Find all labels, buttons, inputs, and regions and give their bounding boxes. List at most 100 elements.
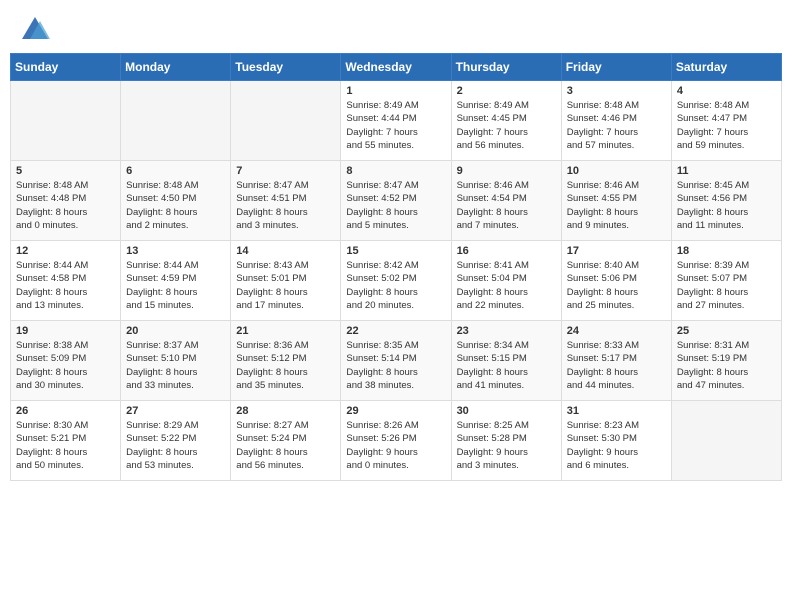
day-number: 29 bbox=[346, 405, 445, 417]
calendar-cell: 15 Sunrise: 8:42 AM Sunset: 5:02 PM Dayli… bbox=[341, 241, 451, 321]
calendar-cell: 9 Sunrise: 8:46 AM Sunset: 4:54 PM Daylig… bbox=[451, 161, 561, 241]
day-number: 28 bbox=[236, 405, 335, 417]
calendar-cell: 30 Sunrise: 8:25 AM Sunset: 5:28 PM Dayli… bbox=[451, 401, 561, 481]
day-number: 9 bbox=[457, 165, 556, 177]
weekday-header-saturday: Saturday bbox=[671, 54, 781, 81]
day-info: Sunrise: 8:47 AM Sunset: 4:51 PM Dayligh… bbox=[236, 179, 335, 232]
day-number: 5 bbox=[16, 165, 115, 177]
calendar-cell bbox=[231, 81, 341, 161]
calendar-cell: 29 Sunrise: 8:26 AM Sunset: 5:26 PM Dayli… bbox=[341, 401, 451, 481]
day-number: 30 bbox=[457, 405, 556, 417]
day-number: 13 bbox=[126, 245, 225, 257]
calendar-cell: 8 Sunrise: 8:47 AM Sunset: 4:52 PM Daylig… bbox=[341, 161, 451, 241]
calendar-cell: 23 Sunrise: 8:34 AM Sunset: 5:15 PM Dayli… bbox=[451, 321, 561, 401]
day-number: 20 bbox=[126, 325, 225, 337]
day-info: Sunrise: 8:49 AM Sunset: 4:44 PM Dayligh… bbox=[346, 99, 445, 152]
calendar-cell: 3 Sunrise: 8:48 AM Sunset: 4:46 PM Daylig… bbox=[561, 81, 671, 161]
day-info: Sunrise: 8:43 AM Sunset: 5:01 PM Dayligh… bbox=[236, 259, 335, 312]
day-info: Sunrise: 8:30 AM Sunset: 5:21 PM Dayligh… bbox=[16, 419, 115, 472]
day-info: Sunrise: 8:37 AM Sunset: 5:10 PM Dayligh… bbox=[126, 339, 225, 392]
day-number: 23 bbox=[457, 325, 556, 337]
calendar-cell: 26 Sunrise: 8:30 AM Sunset: 5:21 PM Dayli… bbox=[11, 401, 121, 481]
day-info: Sunrise: 8:44 AM Sunset: 4:59 PM Dayligh… bbox=[126, 259, 225, 312]
weekday-header-monday: Monday bbox=[121, 54, 231, 81]
day-number: 19 bbox=[16, 325, 115, 337]
week-row-5: 26 Sunrise: 8:30 AM Sunset: 5:21 PM Dayli… bbox=[11, 401, 782, 481]
day-info: Sunrise: 8:46 AM Sunset: 4:55 PM Dayligh… bbox=[567, 179, 666, 232]
day-info: Sunrise: 8:45 AM Sunset: 4:56 PM Dayligh… bbox=[677, 179, 776, 232]
calendar-cell: 13 Sunrise: 8:44 AM Sunset: 4:59 PM Dayli… bbox=[121, 241, 231, 321]
calendar-cell: 18 Sunrise: 8:39 AM Sunset: 5:07 PM Dayli… bbox=[671, 241, 781, 321]
calendar-cell: 16 Sunrise: 8:41 AM Sunset: 5:04 PM Dayli… bbox=[451, 241, 561, 321]
day-info: Sunrise: 8:31 AM Sunset: 5:19 PM Dayligh… bbox=[677, 339, 776, 392]
day-number: 11 bbox=[677, 165, 776, 177]
day-info: Sunrise: 8:41 AM Sunset: 5:04 PM Dayligh… bbox=[457, 259, 556, 312]
week-row-4: 19Sunrise: 8:38 AM Sunset: 5:09 PM Dayli… bbox=[11, 321, 782, 401]
day-number: 27 bbox=[126, 405, 225, 417]
calendar-cell bbox=[11, 81, 121, 161]
day-info: Sunrise: 8:25 AM Sunset: 5:28 PM Dayligh… bbox=[457, 419, 556, 472]
calendar-cell: 4Sunrise: 8:48 AM Sunset: 4:47 PM Daylig… bbox=[671, 81, 781, 161]
day-info: Sunrise: 8:27 AM Sunset: 5:24 PM Dayligh… bbox=[236, 419, 335, 472]
weekday-header-thursday: Thursday bbox=[451, 54, 561, 81]
day-number: 12 bbox=[16, 245, 115, 257]
day-info: Sunrise: 8:26 AM Sunset: 5:26 PM Dayligh… bbox=[346, 419, 445, 472]
day-number: 2 bbox=[457, 85, 556, 97]
calendar-cell: 14 Sunrise: 8:43 AM Sunset: 5:01 PM Dayli… bbox=[231, 241, 341, 321]
weekday-header-sunday: Sunday bbox=[11, 54, 121, 81]
calendar-cell: 11 Sunrise: 8:45 AM Sunset: 4:56 PM Dayli… bbox=[671, 161, 781, 241]
calendar-cell: 17 Sunrise: 8:40 AM Sunset: 5:06 PM Dayli… bbox=[561, 241, 671, 321]
calendar-cell: 31Sunrise: 8:23 AM Sunset: 5:30 PM Dayli… bbox=[561, 401, 671, 481]
day-number: 25 bbox=[677, 325, 776, 337]
day-number: 18 bbox=[677, 245, 776, 257]
calendar-cell: 22Sunrise: 8:35 AM Sunset: 5:14 PM Dayli… bbox=[341, 321, 451, 401]
day-number: 15 bbox=[346, 245, 445, 257]
day-number: 14 bbox=[236, 245, 335, 257]
calendar-cell: 7 Sunrise: 8:47 AM Sunset: 4:51 PM Daylig… bbox=[231, 161, 341, 241]
week-row-2: 5 Sunrise: 8:48 AM Sunset: 4:48 PM Daylig… bbox=[11, 161, 782, 241]
calendar-cell: 21Sunrise: 8:36 AM Sunset: 5:12 PM Dayli… bbox=[231, 321, 341, 401]
day-info: Sunrise: 8:48 AM Sunset: 4:48 PM Dayligh… bbox=[16, 179, 115, 232]
day-info: Sunrise: 8:47 AM Sunset: 4:52 PM Dayligh… bbox=[346, 179, 445, 232]
day-number: 1 bbox=[346, 85, 445, 97]
week-row-1: 1 Sunrise: 8:49 AM Sunset: 4:44 PM Daylig… bbox=[11, 81, 782, 161]
day-info: Sunrise: 8:40 AM Sunset: 5:06 PM Dayligh… bbox=[567, 259, 666, 312]
weekday-header-wednesday: Wednesday bbox=[341, 54, 451, 81]
page-header bbox=[0, 0, 792, 53]
day-number: 8 bbox=[346, 165, 445, 177]
day-info: Sunrise: 8:39 AM Sunset: 5:07 PM Dayligh… bbox=[677, 259, 776, 312]
calendar-cell: 27 Sunrise: 8:29 AM Sunset: 5:22 PM Dayli… bbox=[121, 401, 231, 481]
day-info: Sunrise: 8:48 AM Sunset: 4:46 PM Dayligh… bbox=[567, 99, 666, 152]
day-number: 21 bbox=[236, 325, 335, 337]
day-number: 26 bbox=[16, 405, 115, 417]
calendar-cell: 5 Sunrise: 8:48 AM Sunset: 4:48 PM Daylig… bbox=[11, 161, 121, 241]
calendar-cell: 20 Sunrise: 8:37 AM Sunset: 5:10 PM Dayli… bbox=[121, 321, 231, 401]
calendar-cell: 2 Sunrise: 8:49 AM Sunset: 4:45 PM Daylig… bbox=[451, 81, 561, 161]
day-info: Sunrise: 8:29 AM Sunset: 5:22 PM Dayligh… bbox=[126, 419, 225, 472]
day-info: Sunrise: 8:23 AM Sunset: 5:30 PM Dayligh… bbox=[567, 419, 666, 472]
day-info: Sunrise: 8:46 AM Sunset: 4:54 PM Dayligh… bbox=[457, 179, 556, 232]
weekday-header-tuesday: Tuesday bbox=[231, 54, 341, 81]
weekday-header-row: SundayMondayTuesdayWednesdayThursdayFrid… bbox=[11, 54, 782, 81]
calendar-cell: 25 Sunrise: 8:31 AM Sunset: 5:19 PM Dayli… bbox=[671, 321, 781, 401]
calendar-cell bbox=[671, 401, 781, 481]
day-info: Sunrise: 8:42 AM Sunset: 5:02 PM Dayligh… bbox=[346, 259, 445, 312]
calendar-cell: 28 Sunrise: 8:27 AM Sunset: 5:24 PM Dayli… bbox=[231, 401, 341, 481]
day-number: 4 bbox=[677, 85, 776, 97]
weekday-header-friday: Friday bbox=[561, 54, 671, 81]
day-number: 16 bbox=[457, 245, 556, 257]
calendar-cell: 10 Sunrise: 8:46 AM Sunset: 4:55 PM Dayli… bbox=[561, 161, 671, 241]
day-info: Sunrise: 8:49 AM Sunset: 4:45 PM Dayligh… bbox=[457, 99, 556, 152]
calendar-cell: 6Sunrise: 8:48 AM Sunset: 4:50 PM Daylig… bbox=[121, 161, 231, 241]
day-number: 7 bbox=[236, 165, 335, 177]
day-number: 3 bbox=[567, 85, 666, 97]
logo bbox=[20, 15, 54, 43]
day-info: Sunrise: 8:33 AM Sunset: 5:17 PM Dayligh… bbox=[567, 339, 666, 392]
day-number: 17 bbox=[567, 245, 666, 257]
day-info: Sunrise: 8:34 AM Sunset: 5:15 PM Dayligh… bbox=[457, 339, 556, 392]
calendar-cell: 12Sunrise: 8:44 AM Sunset: 4:58 PM Dayli… bbox=[11, 241, 121, 321]
day-number: 10 bbox=[567, 165, 666, 177]
day-number: 6 bbox=[126, 165, 225, 177]
calendar-table: SundayMondayTuesdayWednesdayThursdayFrid… bbox=[10, 53, 782, 481]
logo-icon bbox=[20, 15, 50, 43]
